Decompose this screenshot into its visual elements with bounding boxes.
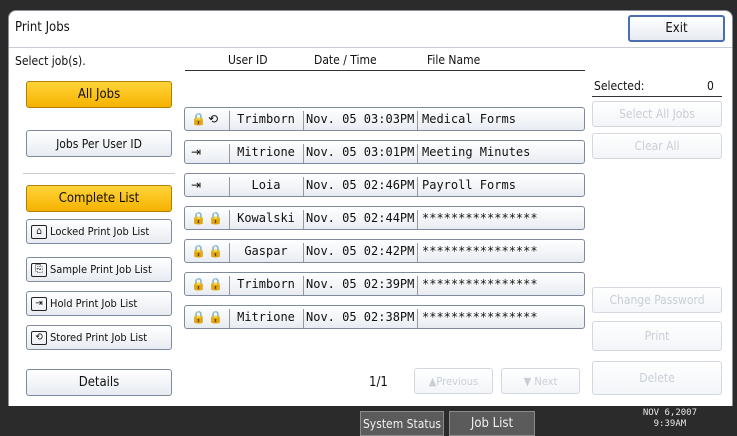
change-password-button[interactable]: Change Password — [592, 287, 722, 313]
divider — [23, 173, 175, 174]
page-indicator: 1/1 — [369, 375, 388, 390]
job-list-button[interactable]: Job List — [449, 411, 535, 436]
table-row[interactable]: ⇥ Mitrione Nov. 05 03:01PM Meeting Minut… — [184, 140, 585, 164]
locked-print-job-list-button[interactable]: ⌂ Locked Print Job List — [26, 219, 172, 244]
taskbar: System Status Job List NOV 6,2007 9:39AM — [0, 406, 737, 436]
column-date-time: Date / Time — [314, 53, 377, 67]
complete-list-button[interactable]: Complete List — [26, 185, 172, 212]
exit-button[interactable]: Exit — [628, 15, 725, 42]
instruction-text: Select job(s). — [15, 54, 86, 68]
job-user: Kowalski — [229, 210, 302, 229]
job-status-icon: 🔒🔒 — [191, 277, 225, 291]
table-row[interactable]: 🔒🔒 Trimborn Nov. 05 02:39PM ************… — [184, 272, 585, 296]
lock-icon: ⌂ — [31, 224, 47, 239]
selected-label: Selected: — [594, 79, 645, 93]
job-status-icon: ⇥ — [191, 145, 204, 159]
details-button[interactable]: Details — [26, 369, 172, 396]
job-user: Gaspar — [229, 243, 302, 262]
next-page-button[interactable]: ▼ Next — [501, 368, 580, 394]
jobs-per-user-button[interactable]: Jobs Per User ID — [26, 130, 172, 157]
table-row[interactable]: ⇥ Loia Nov. 05 02:46PM Payroll Forms — [184, 173, 585, 197]
sample-print-job-list-button[interactable]: ⎘ Sample Print Job List — [26, 257, 172, 282]
job-file: **************** — [417, 210, 538, 229]
job-file: Medical Forms — [417, 111, 516, 130]
job-file: Meeting Minutes — [417, 144, 530, 163]
job-file: **************** — [417, 276, 538, 295]
date-time-display: NOV 6,2007 9:39AM — [643, 408, 697, 430]
clock-date: NOV 6,2007 — [642, 408, 697, 418]
table-row[interactable]: 🔒🔒 Gaspar Nov. 05 02:42PM **************… — [184, 239, 585, 263]
job-date: Nov. 05 02:44PM — [303, 210, 414, 229]
job-status-icon: 🔒🔒 — [191, 310, 225, 324]
screen: Print Jobs Exit Select job(s). All Jobs … — [0, 0, 737, 436]
column-file-name: File Name — [427, 53, 481, 67]
clear-all-button[interactable]: Clear All — [592, 133, 722, 159]
stored-icon: ⟲ — [31, 330, 47, 345]
job-date: Nov. 05 02:42PM — [303, 243, 414, 262]
selected-underline — [592, 96, 722, 97]
header-bar: Print Jobs Exit — [9, 11, 732, 48]
table-row[interactable]: 🔒🔒 Kowalski Nov. 05 02:44PM ************… — [184, 206, 585, 230]
hold-print-job-list-button[interactable]: ⇥ Hold Print Job List — [26, 291, 172, 316]
delete-button[interactable]: Delete — [592, 361, 722, 395]
page-title: Print Jobs — [15, 20, 70, 35]
job-user: Mitrione — [229, 144, 302, 163]
job-status-icon: 🔒🔒 — [191, 244, 225, 258]
stored-print-job-list-button[interactable]: ⟲ Stored Print Job List — [26, 325, 172, 350]
job-date: Nov. 05 02:46PM — [303, 177, 414, 196]
job-file: **************** — [417, 243, 538, 262]
print-jobs-panel: Print Jobs Exit Select job(s). All Jobs … — [8, 10, 733, 408]
hold-list-label: Hold Print Job List — [50, 297, 138, 310]
job-status-icon: ⇥ — [191, 178, 204, 192]
job-date: Nov. 05 02:38PM — [303, 309, 414, 328]
column-user-id: User ID — [228, 53, 268, 67]
system-status-button[interactable]: System Status — [360, 411, 444, 436]
job-date: Nov. 05 02:39PM — [303, 276, 414, 295]
select-all-jobs-button[interactable]: Select All Jobs — [592, 101, 722, 127]
job-user: Trimborn — [229, 276, 302, 295]
all-jobs-button[interactable]: All Jobs — [26, 81, 172, 108]
job-user: Loia — [229, 177, 302, 196]
sample-icon: ⎘ — [31, 262, 47, 277]
job-file: **************** — [417, 309, 538, 328]
job-user: Mitrione — [229, 309, 302, 328]
job-user: Trimborn — [229, 111, 302, 130]
selected-count: 0 — [707, 79, 714, 93]
job-date: Nov. 05 03:01PM — [303, 144, 414, 163]
table-row[interactable]: 🔒⟲ Trimborn Nov. 05 03:03PM Medical Form… — [184, 107, 585, 131]
job-file: Payroll Forms — [417, 177, 516, 196]
clock-time: 9:39AM — [653, 419, 687, 429]
job-date: Nov. 05 03:03PM — [303, 111, 414, 130]
sample-list-label: Sample Print Job List — [50, 263, 152, 276]
print-button[interactable]: Print — [592, 321, 722, 351]
table-row[interactable]: 🔒🔒 Mitrione Nov. 05 02:38PM ************… — [184, 305, 585, 329]
previous-page-button[interactable]: ▲Previous — [414, 368, 493, 394]
locked-list-label: Locked Print Job List — [50, 225, 150, 238]
header-underline — [185, 70, 585, 71]
stored-list-label: Stored Print Job List — [50, 331, 148, 344]
job-status-icon: 🔒⟲ — [191, 112, 220, 126]
job-status-icon: 🔒🔒 — [191, 211, 225, 225]
hold-icon: ⇥ — [31, 296, 47, 311]
